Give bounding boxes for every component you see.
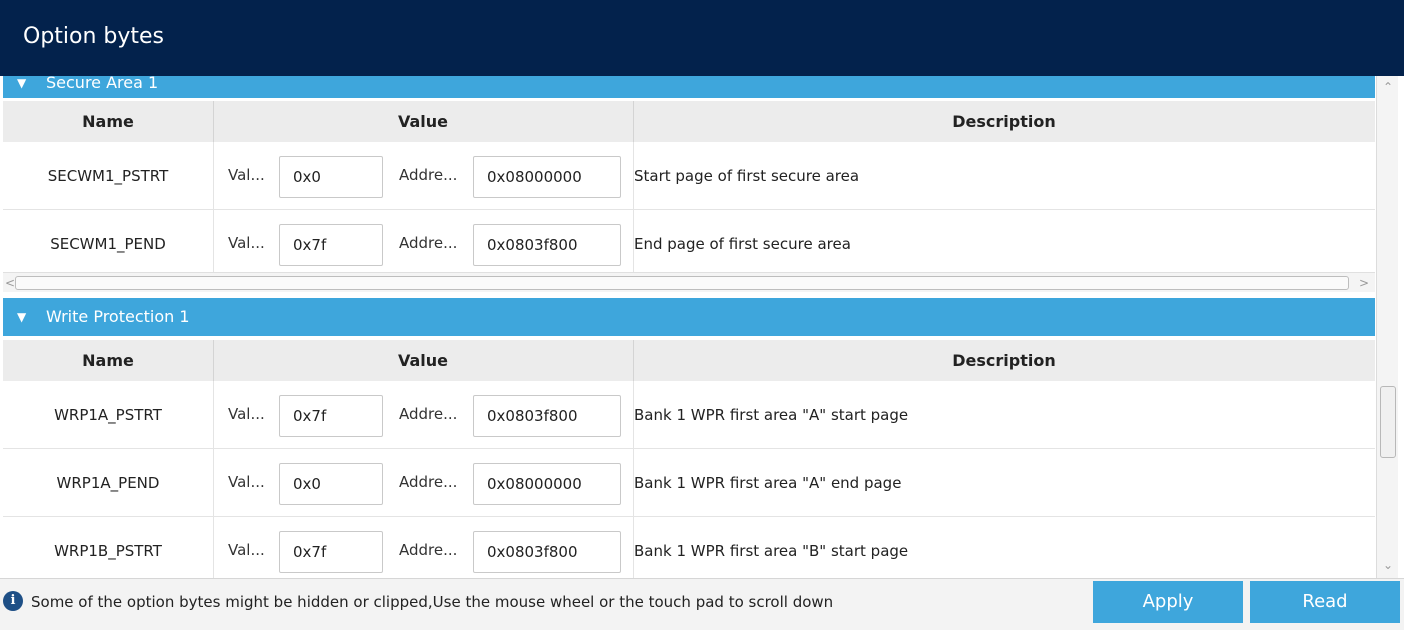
- info-icon: i: [3, 591, 23, 611]
- column-header-description: Description: [952, 351, 1056, 370]
- value-cell: Val... 0x0 Addre... 0x08000000: [213, 142, 633, 210]
- address-input[interactable]: 0x08000000: [473, 156, 621, 198]
- address-label: Addre...: [399, 473, 458, 491]
- horizontal-scrollbar[interactable]: < >: [3, 272, 1375, 292]
- scroll-right-icon[interactable]: >: [1357, 273, 1371, 293]
- title-bar: Option bytes: [0, 0, 1404, 76]
- option-description: End page of first secure area: [634, 235, 851, 253]
- value-label: Val...: [228, 541, 265, 559]
- value-label: Val...: [228, 166, 265, 184]
- table-row: SECWM1_PEND Val... 0x7f Addre... 0x0803f…: [3, 210, 1375, 278]
- value-label: Val...: [228, 234, 265, 252]
- horizontal-scroll-thumb[interactable]: [15, 276, 1349, 290]
- option-bytes-panel[interactable]: ▼ Secure Area 1 Name Value Description S…: [0, 76, 1404, 578]
- address-input[interactable]: 0x08000000: [473, 463, 621, 505]
- scroll-down-icon[interactable]: ⌄: [1377, 556, 1399, 574]
- address-label: Addre...: [399, 541, 458, 559]
- value-input[interactable]: 0x7f: [279, 395, 383, 437]
- section-header-secure-area-1[interactable]: ▼ Secure Area 1: [3, 76, 1375, 98]
- value-input[interactable]: 0x7f: [279, 224, 383, 266]
- table-row: WRP1A_PSTRT Val... 0x7f Addre... 0x0803f…: [3, 381, 1375, 449]
- value-label: Val...: [228, 405, 265, 423]
- value-input[interactable]: 0x0: [279, 463, 383, 505]
- option-description: Bank 1 WPR first area "A" end page: [634, 474, 902, 492]
- column-header-value: Value: [397, 351, 449, 370]
- option-name: WRP1A_PSTRT: [54, 406, 162, 424]
- value-label: Val...: [228, 473, 265, 491]
- address-label: Addre...: [399, 405, 458, 423]
- value-cell: Val... 0x7f Addre... 0x0803f800: [213, 210, 633, 278]
- address-label: Addre...: [399, 166, 458, 184]
- read-button[interactable]: Read: [1250, 581, 1400, 623]
- address-input[interactable]: 0x0803f800: [473, 395, 621, 437]
- value-cell: Val... 0x0 Addre... 0x08000000: [213, 449, 633, 517]
- table-row: SECWM1_PSTRT Val... 0x0 Addre... 0x08000…: [3, 142, 1375, 210]
- column-header-name: Name: [82, 112, 134, 131]
- column-header-description: Description: [952, 112, 1056, 131]
- option-description: Bank 1 WPR first area "B" start page: [634, 542, 909, 560]
- collapse-triangle-icon[interactable]: ▼: [17, 310, 26, 324]
- option-name: WRP1A_PEND: [56, 474, 160, 492]
- table-row: WRP1A_PEND Val... 0x0 Addre... 0x0800000…: [3, 449, 1375, 517]
- window-title: Option bytes: [23, 24, 165, 49]
- option-name: WRP1B_PSTRT: [54, 542, 162, 560]
- option-name: SECWM1_PEND: [50, 235, 166, 253]
- apply-button[interactable]: Apply: [1093, 581, 1243, 623]
- value-input[interactable]: 0x0: [279, 156, 383, 198]
- column-header-name: Name: [82, 351, 134, 370]
- value-input[interactable]: 0x7f: [279, 531, 383, 573]
- footer-bar: i Some of the option bytes might be hidd…: [0, 578, 1404, 630]
- section-label: Write Protection 1: [46, 307, 190, 326]
- value-cell: Val... 0x7f Addre... 0x0803f800: [213, 381, 633, 449]
- address-input[interactable]: 0x0803f800: [473, 224, 621, 266]
- collapse-triangle-icon[interactable]: ▼: [17, 76, 26, 90]
- option-description: Start page of first secure area: [634, 167, 860, 185]
- address-label: Addre...: [399, 234, 458, 252]
- column-header-value: Value: [397, 112, 449, 131]
- option-description: Bank 1 WPR first area "A" start page: [634, 406, 909, 424]
- vertical-scrollbar[interactable]: ⌃ ⌄: [1376, 76, 1398, 578]
- table-header: Name Value Description: [3, 101, 1375, 143]
- table-header: Name Value Description: [3, 340, 1375, 382]
- address-input[interactable]: 0x0803f800: [473, 531, 621, 573]
- value-cell: Val... 0x7f Addre... 0x0803f800: [213, 517, 633, 578]
- scroll-hint-message: Some of the option bytes might be hidden…: [31, 593, 834, 611]
- scroll-up-icon[interactable]: ⌃: [1377, 78, 1399, 96]
- section-header-write-protection-1[interactable]: ▼ Write Protection 1: [3, 298, 1375, 336]
- section-label: Secure Area 1: [46, 76, 159, 92]
- table-row: WRP1B_PSTRT Val... 0x7f Addre... 0x0803f…: [3, 517, 1375, 578]
- vertical-scroll-thumb[interactable]: [1380, 386, 1396, 458]
- option-name: SECWM1_PSTRT: [47, 167, 169, 185]
